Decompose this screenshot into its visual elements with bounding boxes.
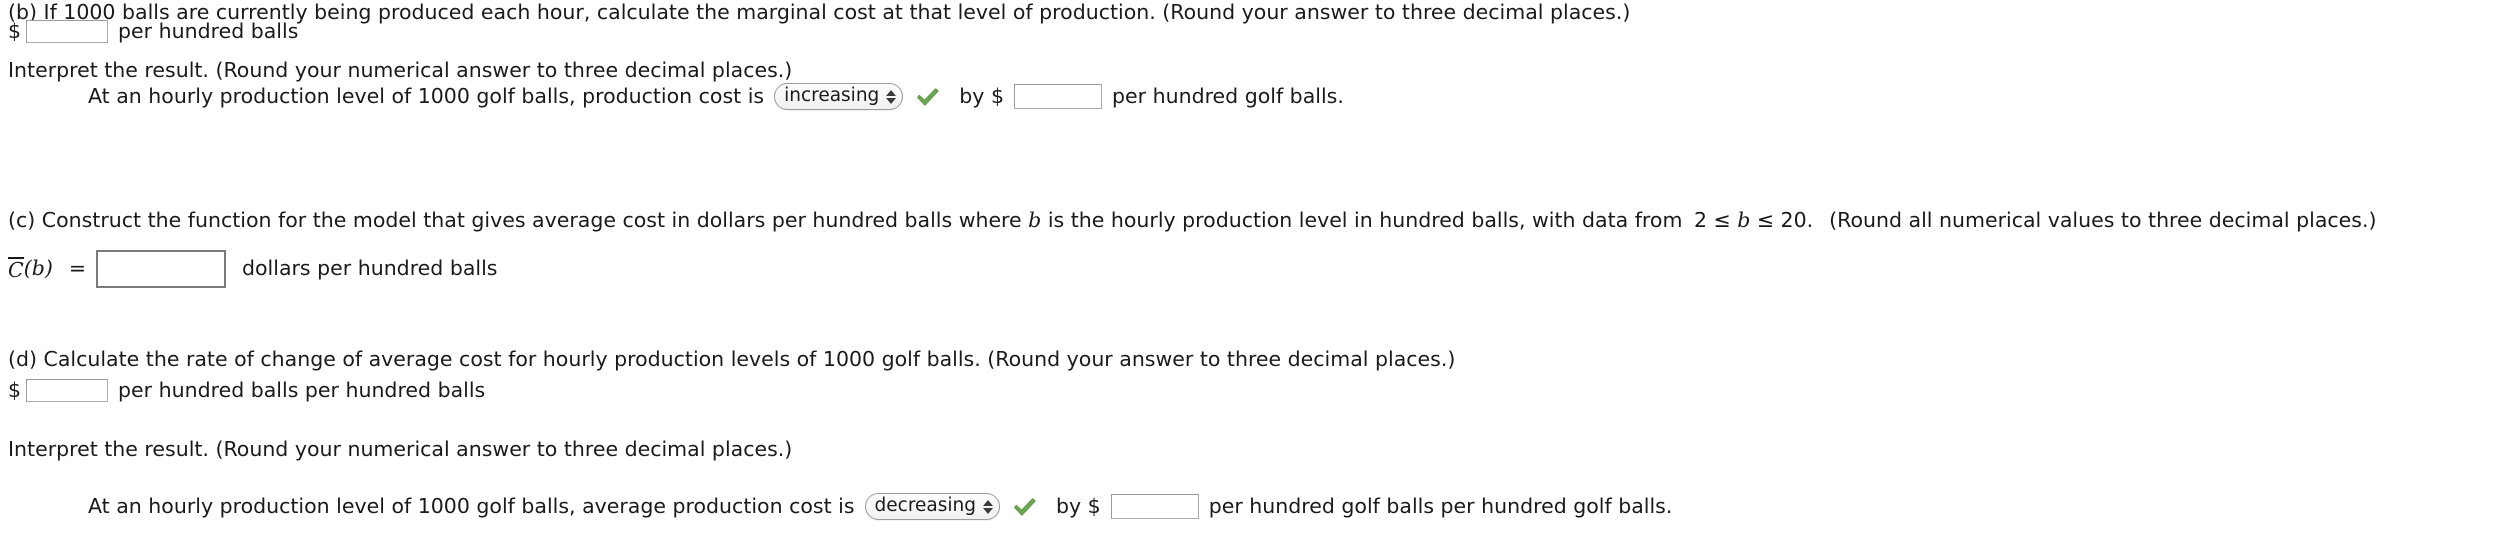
question-page: (b) If 1000 balls are currently being pr…: [0, 0, 2498, 538]
part-c-function-input[interactable]: [96, 250, 226, 288]
part-d-units-label: per hundred balls per hundred balls: [118, 378, 486, 402]
part-c-domain-high: ≤ 20.: [1750, 208, 1814, 232]
part-b-dollar-sign: $: [8, 19, 22, 43]
part-d-by-label: by $: [1056, 493, 1101, 518]
check-icon: [915, 86, 941, 108]
part-b-answer-input[interactable]: [26, 20, 109, 44]
check-icon: [1012, 496, 1038, 518]
part-b-units-label: per hundred balls: [118, 19, 299, 43]
part-d-interpret-lead: At an hourly production level of 1000 go…: [88, 493, 855, 518]
part-b-interpret-row: At an hourly production level of 1000 go…: [88, 83, 1344, 110]
part-b-answer-row: $ per hundred balls: [8, 19, 298, 45]
part-d-by-units-label: per hundred golf balls per hundred golf …: [1208, 493, 1673, 518]
part-c-prompt-text-pre: (c) Construct the function for the model…: [8, 208, 1029, 232]
chevron-down-icon: [886, 97, 897, 104]
part-c-equals-sign: =: [68, 256, 86, 281]
part-b-interpret-prompt-text: Interpret the result. (Round your numeri…: [8, 58, 793, 82]
part-c-function-name: C: [8, 256, 24, 282]
part-c-variable-b: b: [1028, 208, 1042, 232]
part-d-prompt: (d) Calculate the rate of change of aver…: [8, 347, 1455, 373]
part-d-answer-input[interactable]: [26, 379, 109, 403]
part-c-function-arg: b: [31, 256, 45, 281]
part-c-function-arg-close: ): [44, 256, 53, 281]
part-b-by-units-label: per hundred golf balls.: [1112, 83, 1344, 108]
part-c-domain-variable: b: [1737, 208, 1751, 232]
part-d-dollar-sign: $: [8, 378, 22, 402]
part-c-function-arg-open: (: [23, 256, 32, 281]
part-c-prompt: (c) Construct the function for the model…: [8, 208, 2376, 234]
chevron-down-icon: [983, 507, 993, 514]
part-b-interpret-lead: At an hourly production level of 1000 go…: [88, 83, 765, 108]
part-b-by-label: by $: [959, 83, 1005, 108]
part-c-domain-low: 2 ≤: [1693, 208, 1738, 232]
part-b-direction-select-label: increasing: [784, 85, 880, 107]
part-c-units-label: dollars per hundred balls: [242, 256, 498, 281]
part-c-prompt-text-mid: is the hourly production level in hundre…: [1041, 208, 1689, 232]
part-d-direction-select-label: decreasing: [874, 495, 976, 517]
part-d-interpret-row: At an hourly production level of 1000 go…: [88, 493, 1672, 520]
part-b-direction-select[interactable]: increasing: [774, 83, 904, 110]
part-c-answer-row: C ( b ) = dollars per hundred balls: [8, 250, 497, 288]
part-b-interpret-prompt: Interpret the result. (Round your numeri…: [8, 58, 792, 84]
part-b-by-input[interactable]: [1014, 84, 1103, 109]
part-c-prompt-text-post: (Round all numerical values to three dec…: [1829, 208, 2377, 232]
part-d-interpret-prompt: Interpret the result. (Round your numeri…: [8, 437, 792, 463]
chevron-up-icon: [983, 499, 993, 506]
stepper-arrows-icon[interactable]: [886, 89, 897, 104]
chevron-up-icon: [886, 89, 897, 96]
part-d-interpret-prompt-text: Interpret the result. (Round your numeri…: [8, 437, 793, 461]
part-d-by-input[interactable]: [1110, 494, 1199, 519]
part-d-direction-select[interactable]: decreasing: [864, 493, 1000, 520]
stepper-arrows-icon[interactable]: [983, 499, 994, 514]
part-d-answer-row: $ per hundred balls per hundred balls: [8, 378, 485, 404]
part-d-prompt-text: (d) Calculate the rate of change of aver…: [8, 347, 1456, 371]
